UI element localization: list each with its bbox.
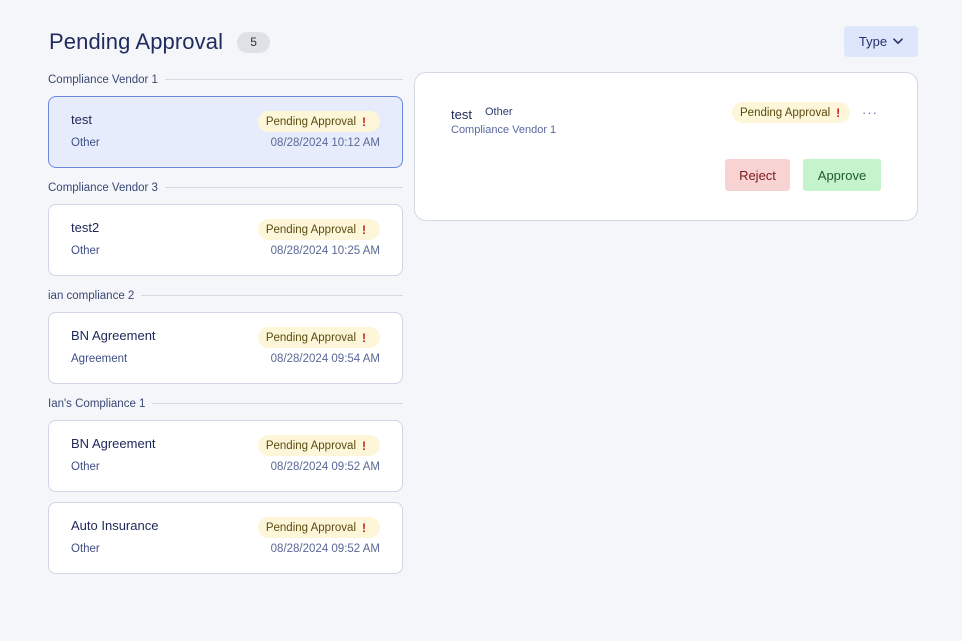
approval-card[interactable]: BN Agreement Pending Approval ! Agreemen… (48, 312, 403, 384)
card-type: Agreement (71, 353, 128, 365)
status-badge: Pending Approval ! (257, 435, 380, 456)
status-label: Pending Approval (740, 106, 831, 119)
status-label: Pending Approval (265, 439, 356, 452)
group-divider (164, 187, 403, 188)
card-type: Other (71, 245, 100, 257)
card-type: Other (71, 461, 100, 473)
alert-icon: ! (362, 330, 366, 345)
count-badge: 5 (237, 31, 271, 53)
card-title: test2 (71, 220, 100, 235)
card-type: Other (71, 137, 100, 149)
card-date: 08/28/2024 10:12 AM (270, 137, 380, 149)
pending-approval-page: Pending Approval 5 Type Compliance Vendo… (0, 0, 962, 641)
approval-card[interactable]: Auto Insurance Pending Approval ! Other … (48, 502, 403, 574)
more-options-button[interactable]: ··· (859, 103, 881, 121)
detail-vendor: Compliance Vendor 1 (451, 124, 557, 136)
type-filter-button[interactable]: Type (844, 26, 918, 57)
alert-icon: ! (362, 114, 366, 129)
page-title: Pending Approval (49, 29, 224, 54)
approval-card[interactable]: test Pending Approval ! Other 08/28/2024… (48, 96, 403, 168)
group-heading: ian compliance 2 (48, 286, 403, 305)
status-badge: Pending Approval ! (257, 219, 380, 240)
card-type: Other (71, 543, 100, 555)
detail-panel: test Other Compliance Vendor 1 Pending A… (414, 72, 918, 221)
group-heading: Compliance Vendor 3 (48, 178, 403, 197)
group-name: Ian's Compliance 1 (48, 397, 146, 410)
group-divider (141, 295, 403, 296)
group-name: Compliance Vendor 1 (48, 73, 158, 86)
group-divider (164, 79, 403, 80)
status-label: Pending Approval (265, 115, 356, 128)
card-title: BN Agreement (71, 328, 156, 343)
approve-button[interactable]: Approve (803, 159, 881, 191)
approval-card[interactable]: BN Agreement Pending Approval ! Other 08… (48, 420, 403, 492)
alert-icon: ! (362, 222, 366, 237)
card-date: 08/28/2024 09:52 AM (270, 543, 380, 555)
page-header: Pending Approval 5 (49, 26, 271, 58)
group-name: Compliance Vendor 3 (48, 181, 158, 194)
card-title: Auto Insurance (71, 518, 159, 533)
status-badge: Pending Approval ! (257, 517, 380, 538)
status-badge: Pending Approval ! (732, 102, 851, 123)
status-badge: Pending Approval ! (257, 111, 380, 132)
approval-list: Compliance Vendor 1 test Pending Approva… (48, 70, 403, 584)
card-date: 08/28/2024 10:25 AM (270, 245, 380, 257)
group-name: ian compliance 2 (48, 289, 135, 302)
group-divider (152, 403, 403, 404)
alert-icon: ! (362, 438, 366, 453)
chevron-down-icon (893, 38, 903, 44)
approval-card[interactable]: test2 Pending Approval ! Other 08/28/202… (48, 204, 403, 276)
card-title: BN Agreement (71, 436, 156, 451)
card-title: test (71, 112, 92, 127)
group-heading: Ian's Compliance 1 (48, 394, 403, 413)
group-heading: Compliance Vendor 1 (48, 70, 403, 89)
card-date: 08/28/2024 09:52 AM (270, 461, 380, 473)
reject-button[interactable]: Reject (725, 159, 790, 191)
status-badge: Pending Approval ! (257, 327, 380, 348)
alert-icon: ! (362, 520, 366, 535)
alert-icon: ! (836, 105, 841, 120)
type-filter-label: Type (858, 34, 888, 49)
status-label: Pending Approval (265, 521, 356, 534)
detail-type: Other (485, 106, 513, 118)
status-label: Pending Approval (265, 331, 356, 344)
card-date: 08/28/2024 09:54 AM (270, 353, 380, 365)
detail-title: test (451, 107, 472, 122)
status-label: Pending Approval (265, 223, 356, 236)
